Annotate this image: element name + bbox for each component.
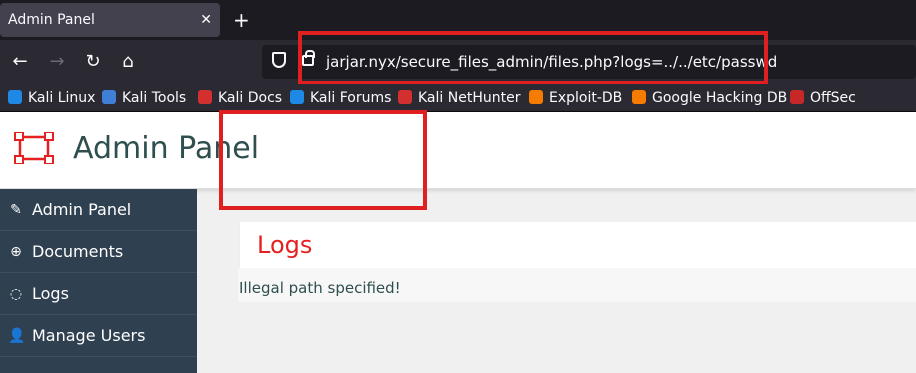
shield-icon[interactable] — [272, 52, 286, 68]
logs-panel: Logs Illegal path specified! — [238, 222, 916, 302]
panel-header: Logs — [238, 222, 916, 268]
ghdb-icon — [632, 90, 646, 104]
browser-tab[interactable]: Admin Panel ✕ — [0, 3, 220, 37]
kali-docs-icon — [198, 90, 212, 104]
pencil-icon: ✎ — [10, 202, 22, 218]
bookmark-label: Kali Forums — [310, 90, 392, 106]
home-icon[interactable]: ⌂ — [114, 48, 142, 76]
site-header: Admin Panel — [0, 112, 916, 189]
kali-forums-icon — [290, 90, 304, 104]
sidebar-item-admin-panel[interactable]: ✎ Admin Panel — [0, 189, 197, 231]
logo-icon[interactable] — [14, 132, 54, 164]
forward-icon[interactable]: → — [43, 48, 71, 76]
chat-icon: ◌ — [9, 286, 23, 302]
page-content: Admin Panel ✎ Admin Panel ⊕ Documents ◌ … — [0, 112, 916, 373]
sidebar-item-manage-users[interactable]: 👤 Manage Users — [0, 315, 197, 357]
back-icon[interactable]: ← — [6, 48, 34, 76]
sidebar: ✎ Admin Panel ⊕ Documents ◌ Logs 👤 Manag… — [0, 189, 197, 373]
bookmark-label: Kali NetHunter — [418, 90, 521, 106]
exploit-db-icon — [529, 90, 543, 104]
kali-linux-icon — [8, 90, 22, 104]
kali-tools-icon — [102, 90, 116, 104]
sidebar-item-label: Logs — [32, 284, 69, 303]
bookmark-google-hacking-db[interactable]: Google Hacking DB — [632, 84, 787, 112]
close-tab-icon[interactable]: ✕ — [200, 3, 212, 37]
bookmark-kali-tools[interactable]: Kali Tools — [102, 84, 186, 112]
tab-title: Admin Panel — [8, 12, 95, 28]
reload-icon[interactable]: ↻ — [79, 48, 107, 76]
bookmarks-bar: Kali Linux Kali Tools Kali Docs Kali For… — [0, 84, 916, 112]
sidebar-item-label: Documents — [32, 242, 124, 261]
bookmark-label: Kali Tools — [122, 90, 187, 106]
bookmark-label: OffSec — [810, 90, 856, 106]
bookmark-exploit-db[interactable]: Exploit-DB — [529, 84, 622, 112]
page-title: Logs — [257, 231, 313, 259]
plus-circle-icon: ⊕ — [10, 244, 22, 260]
sidebar-item-label: Admin Panel — [32, 200, 132, 219]
bookmark-kali-nethunter[interactable]: Kali NetHunter — [398, 84, 520, 112]
logs-annotation-box — [219, 110, 427, 210]
bookmark-offsec[interactable]: OffSec — [790, 84, 856, 112]
user-icon: 👤 — [8, 328, 26, 344]
bookmark-label: Exploit-DB — [549, 90, 623, 106]
bookmark-label: Kali Linux — [28, 90, 96, 106]
error-message: Illegal path specified! — [239, 279, 401, 297]
bookmark-kali-forums[interactable]: Kali Forums — [290, 84, 391, 112]
bookmark-label: Kali Docs — [218, 90, 283, 106]
sidebar-item-documents[interactable]: ⊕ Documents — [0, 231, 197, 273]
url-annotation-box — [298, 31, 768, 85]
offsec-icon — [790, 90, 804, 104]
bookmark-kali-docs[interactable]: Kali Docs — [198, 84, 282, 112]
sidebar-item-label: Manage Users — [32, 326, 146, 345]
kali-nethunter-icon — [398, 90, 412, 104]
bookmark-label: Google Hacking DB — [652, 90, 788, 106]
sidebar-item-logs[interactable]: ◌ Logs — [0, 273, 197, 315]
bookmark-kali-linux[interactable]: Kali Linux — [8, 84, 95, 112]
new-tab-icon[interactable]: + — [233, 6, 250, 34]
